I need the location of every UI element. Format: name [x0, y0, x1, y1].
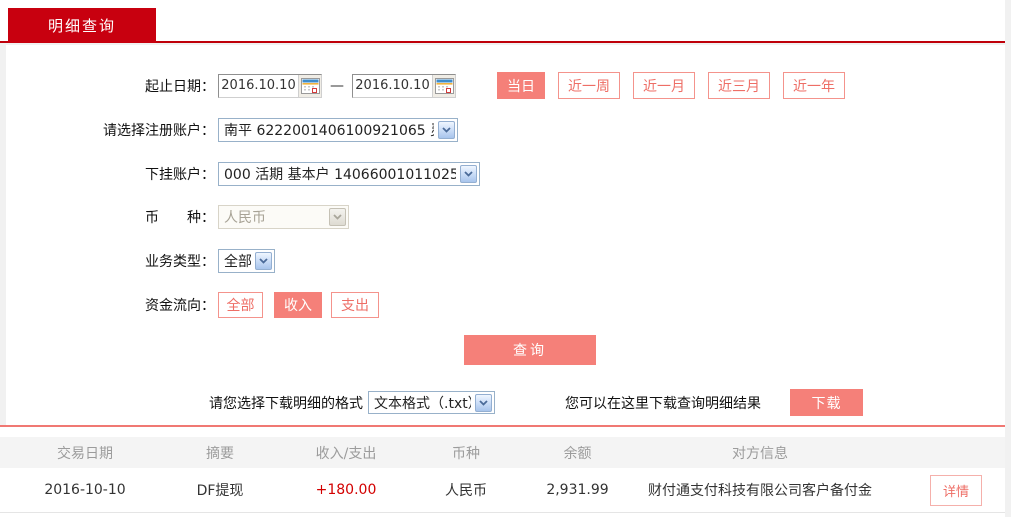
sub-account-select[interactable]: 000 活期 基本户 1406600101102571848	[218, 161, 480, 186]
header-summary: 摘要	[206, 445, 234, 462]
tab-bar: 明细查询	[0, 0, 1005, 43]
currency-value: 人民币	[224, 209, 266, 226]
cell-amount: +180.00	[315, 482, 377, 498]
register-account-row: 请选择注册账户： 南平 6222001406100921065 灵通卡	[6, 117, 1005, 142]
table-header-row: 交易日期 摘要 收入/支出 币种 余额 对方信息	[0, 437, 1005, 468]
fund-flow-expense-button[interactable]: 支出	[331, 291, 379, 318]
chevron-down-icon	[329, 207, 346, 226]
header-currency: 币种	[452, 445, 480, 462]
date-range-row: 起止日期： 2016.10.10 — 2016.10.10 当日 近一周 近一月…	[6, 72, 1005, 99]
register-account-select[interactable]: 南平 6222001406100921065 灵通卡	[218, 117, 458, 142]
start-date-input[interactable]: 2016.10.10	[218, 73, 322, 98]
header-balance: 余额	[563, 445, 592, 462]
end-date-value: 2016.10.10	[355, 78, 430, 93]
results-table: 交易日期 摘要 收入/支出 币种 余额 对方信息 2016-10-10 DF提现…	[0, 425, 1005, 517]
end-date-input[interactable]: 2016.10.10	[352, 73, 456, 98]
fund-flow-row: 资金流向： 全部 收入 支出	[6, 291, 1005, 318]
header-counterparty: 对方信息	[732, 445, 788, 462]
calendar-icon-glyph	[434, 77, 454, 94]
start-date-value: 2016.10.10	[221, 78, 296, 93]
chevron-down-icon	[475, 393, 492, 412]
register-account-label: 请选择注册账户：	[103, 122, 215, 139]
calendar-icon-glyph	[300, 77, 320, 94]
currency-label: 币 种：	[145, 209, 215, 226]
chevron-down-icon	[460, 164, 477, 183]
detail-query-page: 明细查询 起止日期： 2016.10.10 — 2016.10.10 当日 近一…	[0, 0, 1011, 517]
download-row: 请您选择下载明细的格式 文本格式（.txt） 您可以在这里下载查询明细结果 下载	[6, 389, 1005, 417]
calendar-icon[interactable]	[298, 74, 321, 97]
query-row: 查询	[6, 335, 1005, 365]
download-format-select[interactable]: 文本格式（.txt）	[368, 391, 495, 414]
register-account-value: 南平 6222001406100921065 灵通卡	[224, 122, 434, 139]
cell-balance: 2,931.99	[546, 482, 609, 498]
fund-flow-all-button[interactable]: 全部	[218, 291, 263, 318]
business-type-label: 业务类型：	[145, 253, 215, 270]
cell-action: 详情	[875, 474, 1005, 506]
cell-trade-date: 2016-10-10	[44, 482, 126, 498]
header-trade-date: 交易日期	[57, 445, 113, 462]
detail-button[interactable]: 详情	[929, 474, 982, 506]
business-type-value: 全部	[224, 253, 251, 270]
chevron-down-icon	[255, 251, 272, 270]
table-row: 2016-10-10 DF提现 +180.00 人民币 2,931.99 财付通…	[0, 468, 1005, 513]
quick-range-month-button[interactable]: 近一月	[633, 72, 695, 99]
quick-range-3month-button[interactable]: 近三月	[708, 72, 770, 99]
date-range-label: 起止日期：	[145, 78, 215, 95]
sub-account-value: 000 活期 基本户 1406600101102571848	[224, 166, 456, 183]
sub-account-row: 下挂账户： 000 活期 基本户 1406600101102571848	[6, 161, 1005, 186]
quick-range-today-button[interactable]: 当日	[497, 72, 545, 99]
download-format-value: 文本格式（.txt）	[374, 395, 471, 412]
query-form-panel: 起止日期： 2016.10.10 — 2016.10.10 当日 近一周 近一月…	[6, 45, 1005, 425]
query-button[interactable]: 查询	[464, 335, 596, 365]
cell-summary: DF提现	[196, 483, 244, 499]
download-hint: 您可以在这里下载查询明细结果	[565, 396, 761, 412]
sub-account-label: 下挂账户：	[145, 166, 215, 183]
date-separator: —	[330, 77, 344, 94]
calendar-icon[interactable]	[432, 74, 455, 97]
business-type-select[interactable]: 全部	[218, 248, 275, 273]
cell-counterparty: 财付通支付科技有限公司客户备付金	[648, 483, 872, 499]
download-format-label: 请您选择下载明细的格式	[209, 396, 363, 412]
chevron-down-icon	[438, 120, 455, 139]
header-income-expense: 收入/支出	[315, 445, 377, 462]
business-type-row: 业务类型： 全部	[6, 248, 1005, 273]
fund-flow-label: 资金流向：	[145, 297, 215, 314]
tab-detail-query[interactable]: 明细查询	[8, 8, 156, 43]
currency-select-disabled: 人民币	[218, 204, 349, 229]
cell-currency: 人民币	[445, 483, 487, 499]
download-button[interactable]: 下载	[790, 389, 863, 416]
fund-flow-income-button[interactable]: 收入	[274, 291, 322, 318]
quick-range-year-button[interactable]: 近一年	[783, 72, 845, 99]
quick-range-week-button[interactable]: 近一周	[558, 72, 620, 99]
currency-row: 币 种： 人民币	[6, 204, 1005, 229]
